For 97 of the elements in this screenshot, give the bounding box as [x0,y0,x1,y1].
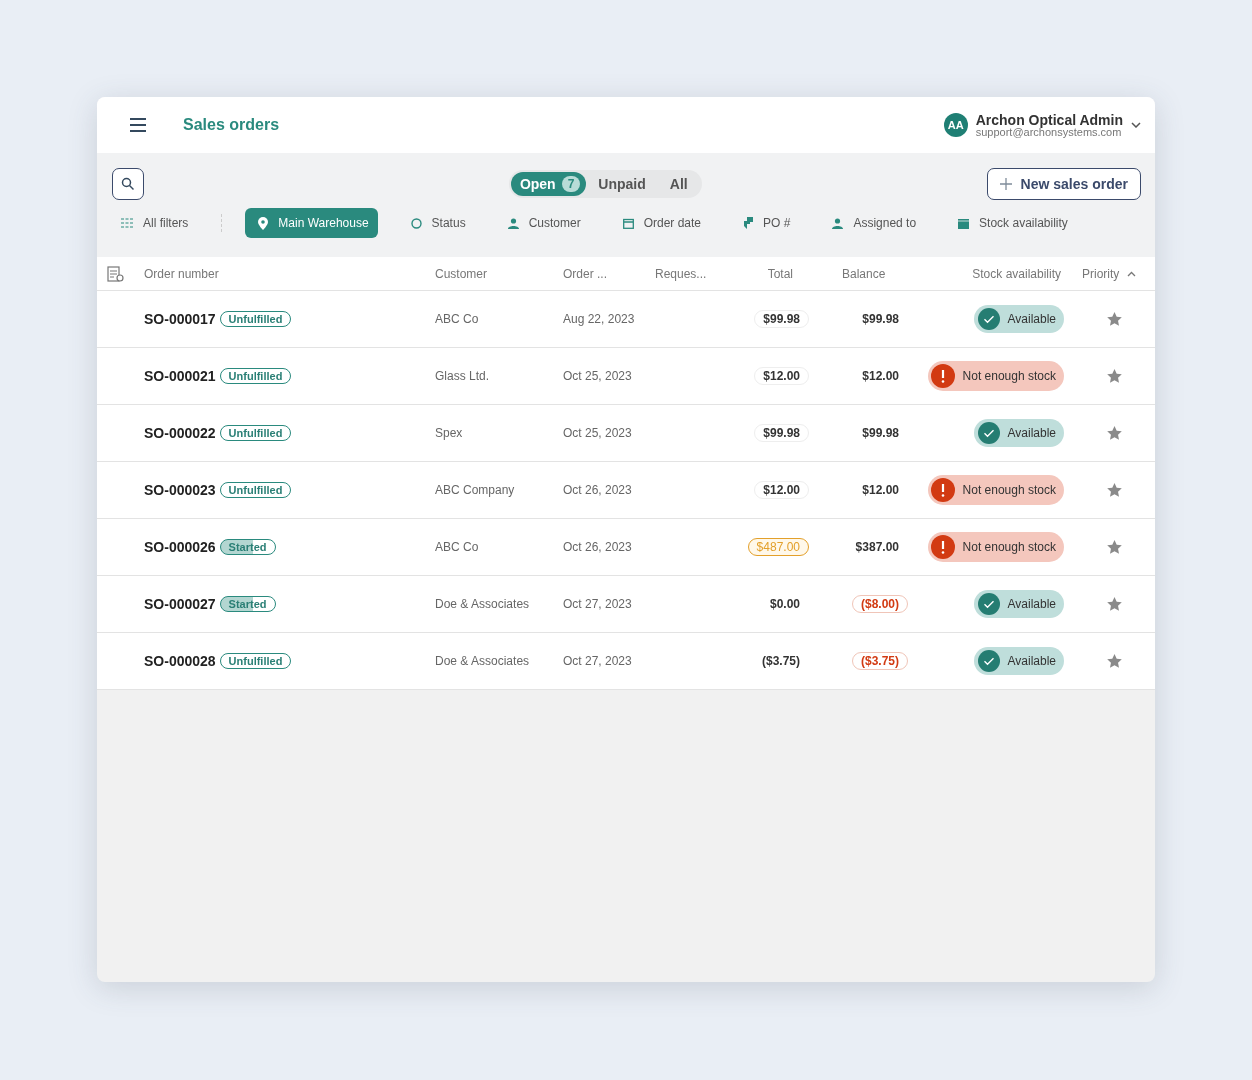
order-number[interactable]: SO-000023 [144,482,216,498]
avatar: AA [943,113,968,137]
plus-icon [999,178,1012,190]
all-filters-button[interactable]: All filters [112,208,198,238]
table-row[interactable]: SO-000028 Unfulfilled Doe & Associates Oct 27, 2023 ($3.75) ($3.75) Available [97,633,1155,690]
stock-status-pill: Available [973,647,1064,675]
stock-status-pill: Not enough stock [927,475,1064,505]
column-header[interactable]: Order number [144,266,219,281]
customer-cell: Spex [435,426,463,440]
stock-status-pill: Available [973,419,1064,447]
order-number[interactable]: SO-000022 [144,425,216,441]
stock-status-pill: Available [973,305,1064,333]
order-date-cell: Oct 26, 2023 [563,483,632,497]
stock-status-pill: Not enough stock [927,361,1064,391]
pin-icon [258,216,269,230]
stock-status-pill: Not enough stock [927,532,1064,562]
customer-cell: Doe & Associates [435,654,530,668]
search-button[interactable] [112,168,144,200]
star-icon[interactable] [1107,312,1122,326]
exclamation-icon [930,364,955,388]
user-name: Archon Optical Admin [975,112,1123,127]
star-icon[interactable] [1107,597,1122,611]
table-row[interactable]: SO-000027 Started Doe & Associates Oct 27, 2023 $0.00 ($8.00) Available [97,576,1155,633]
customer-cell: ABC Company [435,483,515,497]
filter-icon [121,218,133,228]
column-header[interactable]: Customer [435,266,487,281]
filter-chip[interactable]: Status [401,208,475,238]
customer-cell: ABC Co [435,312,479,326]
order-date-cell: Oct 27, 2023 [563,654,632,668]
balance-amount: $99.98 [861,311,900,328]
column-header[interactable]: Balance [842,266,886,281]
filter-chip[interactable]: Customer [498,208,590,238]
balance-amount: $387.00 [854,539,900,556]
balance-amount: $12.00 [861,368,900,385]
calendar-icon [622,217,634,229]
box-icon [958,217,970,229]
order-date-cell: Oct 26, 2023 [563,540,632,554]
customer-cell: Glass Ltd. [435,369,490,383]
order-number[interactable]: SO-000027 [144,596,216,612]
check-icon [977,308,1000,330]
filter-chip[interactable]: PO # [734,208,800,238]
balance-amount: $99.98 [861,425,900,442]
column-header[interactable]: Reques... [655,266,707,281]
table-row[interactable]: SO-000022 Unfulfilled Spex Oct 25, 2023 $99.98 $99.98 Available [97,405,1155,462]
order-number[interactable]: SO-000028 [144,653,216,669]
page-title: Sales orders [183,116,280,134]
filter-chip[interactable]: Order date [613,208,711,238]
order-date-cell: Oct 25, 2023 [563,426,632,440]
exclamation-icon [930,535,955,559]
order-number[interactable]: SO-000021 [144,368,216,384]
filter-chip[interactable]: Assigned to [823,208,926,238]
order-date-cell: Aug 22, 2023 [563,312,635,326]
status-badge: Started [219,596,276,612]
order-number[interactable]: SO-000026 [144,539,216,555]
count-badge: 7 [561,176,581,192]
order-date-cell: Oct 27, 2023 [563,597,632,611]
total-amount: ($3.75) [760,653,801,670]
column-header[interactable]: Priority [1082,266,1120,281]
star-icon[interactable] [1107,540,1122,554]
total-amount: $487.00 [747,538,809,556]
person-icon [507,217,519,229]
filter-tab[interactable]: Open 7 [510,172,587,196]
star-icon[interactable] [1107,483,1122,497]
table-row[interactable]: SO-000017 Unfulfilled ABC Co Aug 22, 2023 $99.98 $99.98 Available [97,291,1155,348]
stock-status-pill: Available [973,590,1064,618]
filter-tab[interactable]: Unpaid [586,172,658,196]
star-icon[interactable] [1107,426,1122,440]
column-header[interactable]: Stock availability [972,266,1061,281]
chevron-down-icon[interactable] [1131,122,1141,128]
customer-cell: ABC Co [435,540,479,554]
order-number[interactable]: SO-000017 [144,311,216,327]
column-header[interactable]: Order ... [563,266,607,281]
exclamation-icon [930,478,955,502]
circle-icon [410,217,422,229]
filter-chip[interactable]: Main Warehouse [245,208,378,238]
status-badge: Started [219,539,276,555]
check-icon [977,593,1000,615]
column-header[interactable]: Total [767,266,793,281]
person-icon [832,217,844,229]
star-icon[interactable] [1107,369,1122,383]
table-row[interactable]: SO-000026 Started ABC Co Oct 26, 2023 $487.00 $387.00 Not enough stock [97,519,1155,576]
menu-icon[interactable] [127,116,149,134]
search-icon [121,177,135,191]
customer-cell: Doe & Associates [435,597,530,611]
table-row[interactable]: SO-000023 Unfulfilled ABC Company Oct 26, 2023 $12.00 $12.00 Not enough stock [97,462,1155,519]
star-icon[interactable] [1107,654,1122,668]
check-icon [977,422,1000,444]
total-amount: $0.00 [768,596,801,613]
check-icon [977,650,1000,672]
new-sales-order-button[interactable]: New sales order [986,168,1141,200]
table-row[interactable]: SO-000021 Unfulfilled Glass Ltd. Oct 25, 2023 $12.00 $12.00 Not enough stock [97,348,1155,405]
filter-chip[interactable]: Stock availability [949,208,1077,238]
column-settings-icon[interactable] [107,265,125,282]
order-date-cell: Oct 25, 2023 [563,369,632,383]
filter-tab[interactable]: All [657,172,700,196]
balance-amount: $12.00 [861,482,900,499]
sort-ascending-icon[interactable] [1127,270,1137,277]
